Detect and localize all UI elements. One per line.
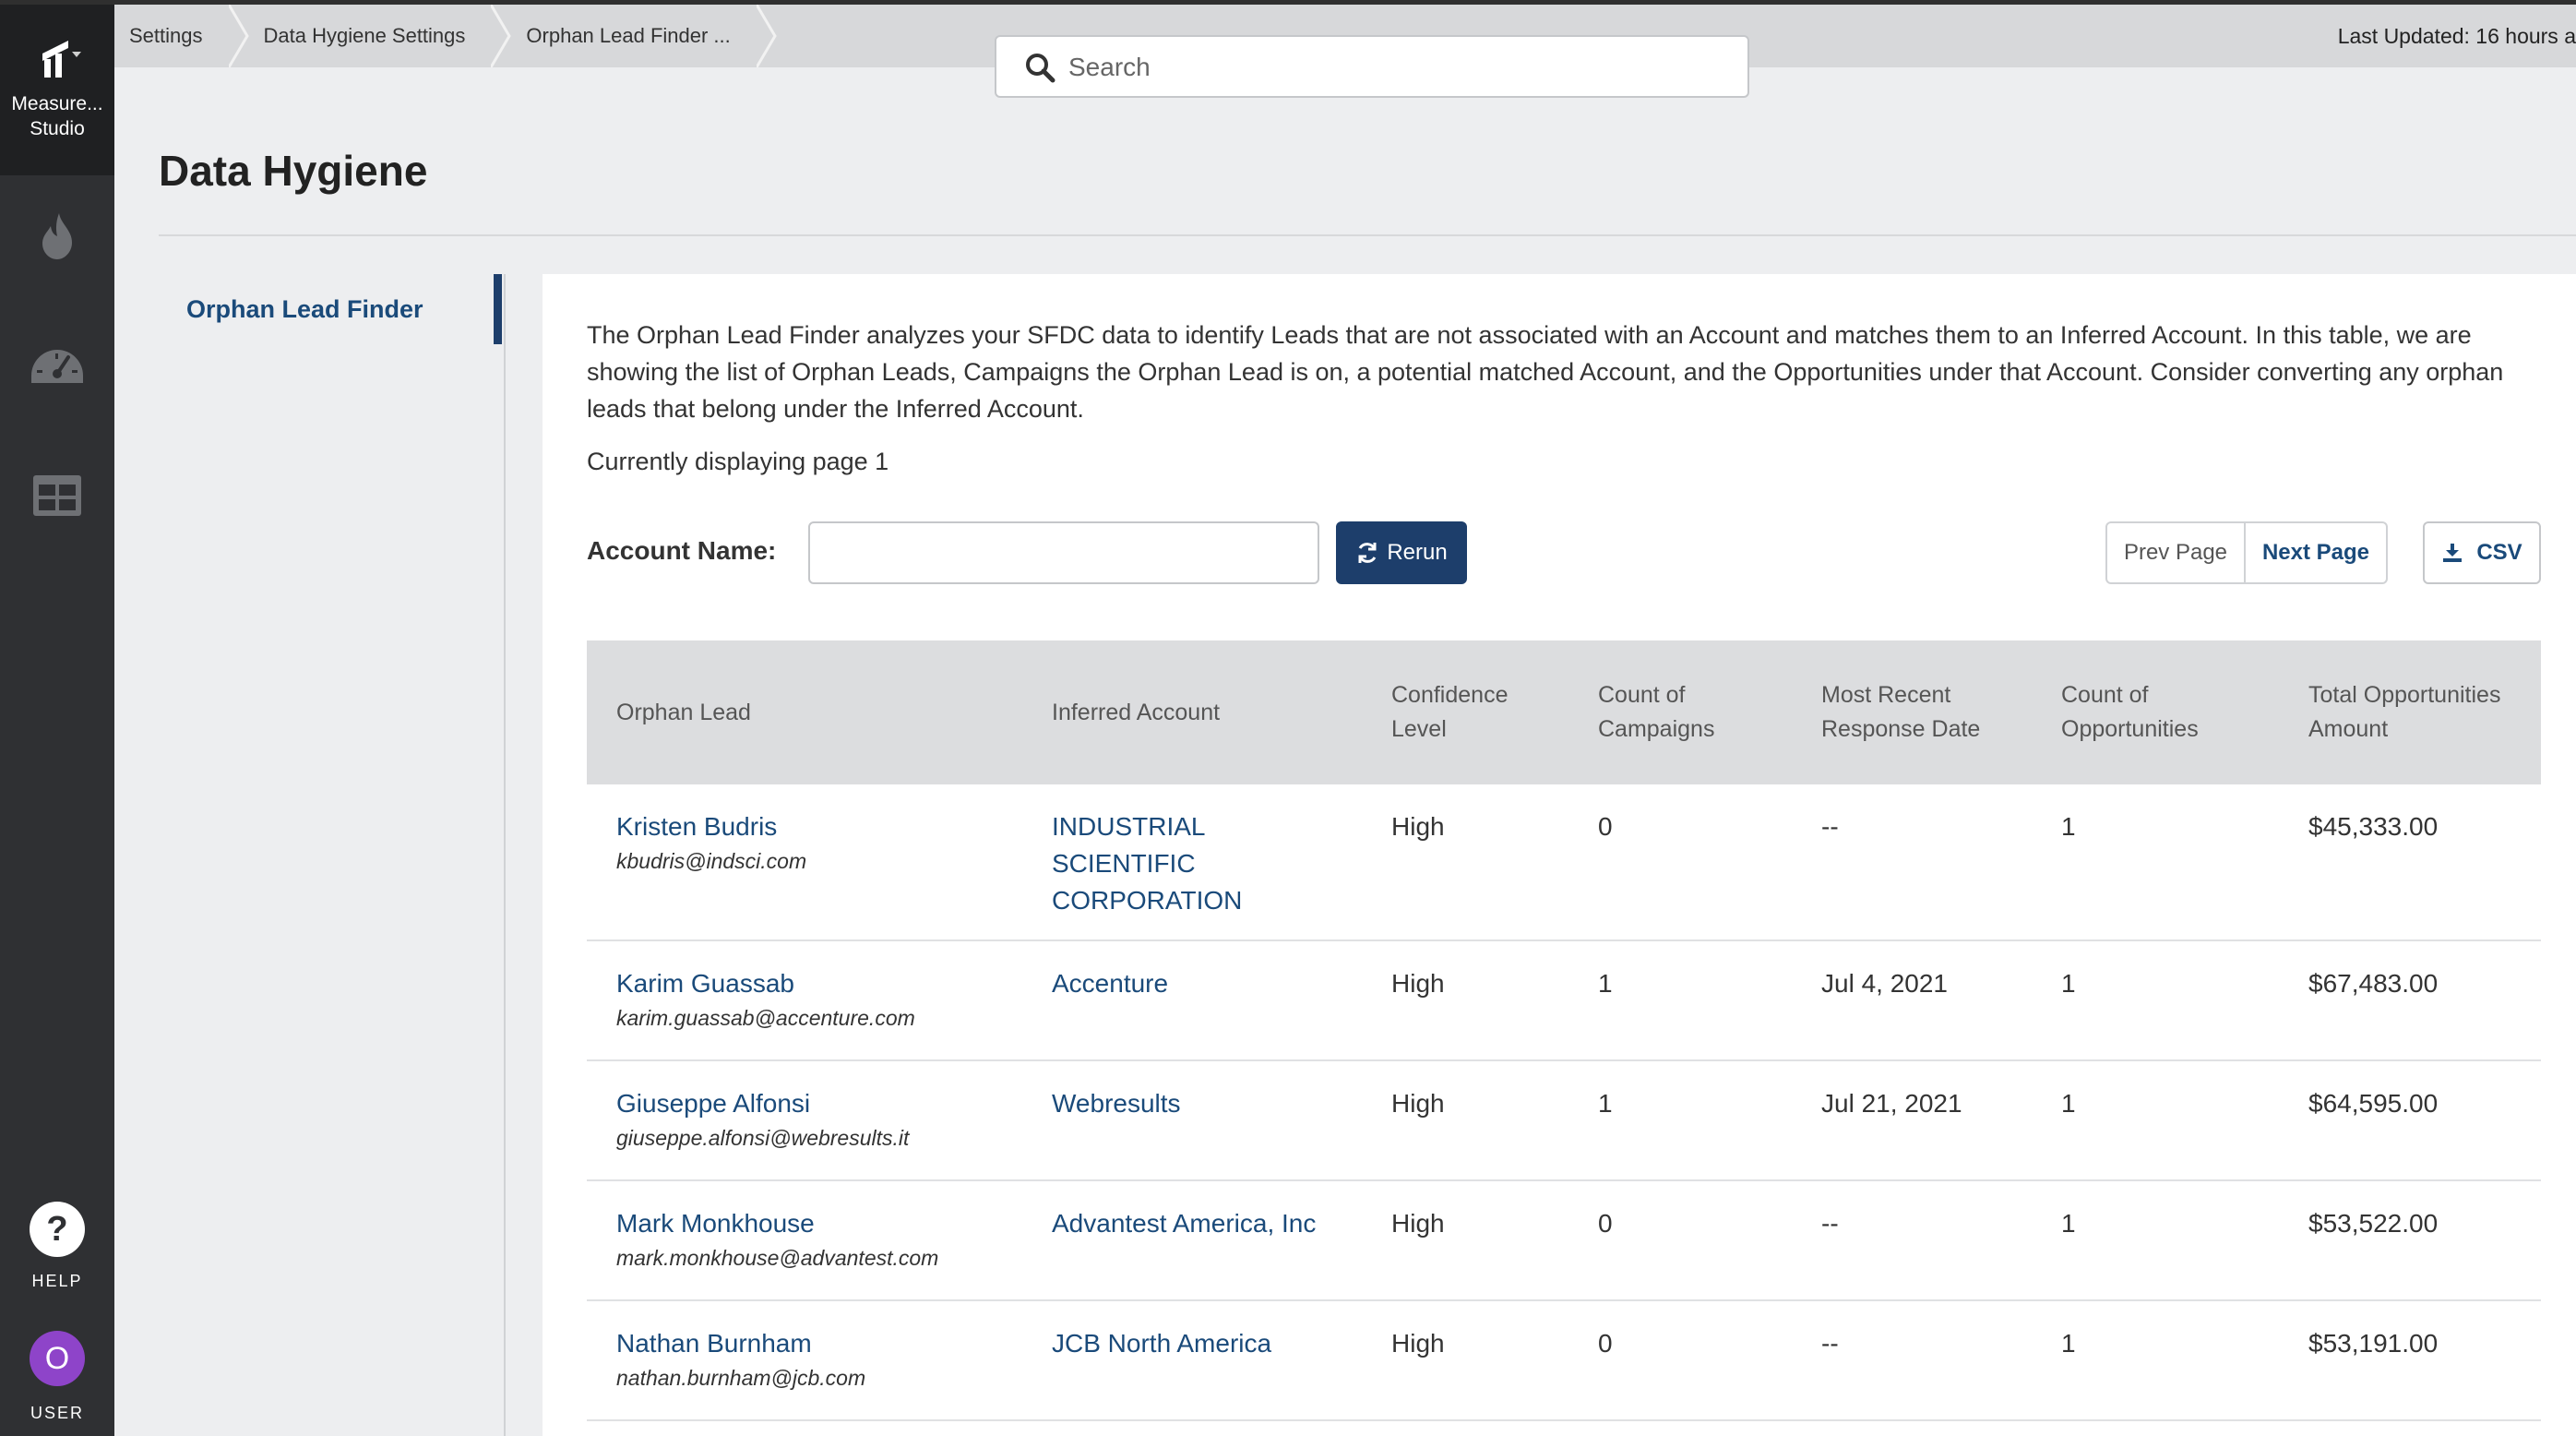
inferred-account-link[interactable]: Webresults: [1052, 1085, 1181, 1122]
download-icon: [2443, 544, 2463, 562]
lead-name-link[interactable]: Mark Monkhouse: [616, 1209, 815, 1238]
submenu-item-orphan-lead-finder[interactable]: Orphan Lead Finder: [186, 295, 423, 324]
csv-export-button[interactable]: CSV: [2423, 521, 2541, 584]
column-header-count-of-campaigns[interactable]: Count of Campaigns: [1598, 640, 1783, 784]
orphan-lead-cell: Karim Guassab karim.guassab@accenture.co…: [616, 965, 915, 1032]
rerun-button[interactable]: Rerun: [1336, 521, 1467, 584]
column-header-orphan-lead[interactable]: Orphan Lead: [616, 640, 1004, 784]
campaigns-count-cell: 0: [1598, 812, 1613, 841]
table-row: Giuseppe Alfonsi giuseppe.alfonsi@webres…: [587, 1061, 2541, 1181]
orphan-lead-cell: Mark Monkhouse mark.monkhouse@advantest.…: [616, 1205, 938, 1272]
response-date-cell: --: [1821, 812, 1839, 841]
lead-name-link[interactable]: Giuseppe Alfonsi: [616, 1089, 810, 1118]
user-avatar[interactable]: O: [30, 1331, 85, 1386]
inferred-account-link[interactable]: INDUSTRIAL SCIENTIFIC CORPORATION: [1052, 808, 1264, 919]
inferred-account-link[interactable]: Accenture: [1052, 965, 1168, 1002]
table-row: Mark Monkhouse mark.monkhouse@advantest.…: [587, 1181, 2541, 1301]
gauge-icon[interactable]: [28, 335, 87, 394]
table-header: Orphan Lead Inferred Account Confidence …: [587, 640, 2541, 784]
column-header-total-opportunities-amount[interactable]: Total Opportunities Amount: [2308, 640, 2511, 784]
opportunities-count-cell: 1: [2061, 812, 2076, 841]
user-label: USER: [30, 1404, 84, 1422]
confidence-cell: High: [1391, 1329, 1445, 1358]
inferred-account-link[interactable]: JCB North America: [1052, 1325, 1271, 1362]
orphan-lead-cell: Giuseppe Alfonsi giuseppe.alfonsi@webres…: [616, 1085, 909, 1152]
account-name-input[interactable]: [808, 521, 1319, 584]
help-button[interactable]: ?: [30, 1202, 85, 1257]
search-input[interactable]: [1068, 48, 1714, 87]
heading-divider: [159, 234, 2576, 236]
confidence-cell: High: [1391, 969, 1445, 998]
pagination: Prev Page Next Page: [2105, 521, 2388, 584]
help-label: HELP: [31, 1272, 83, 1290]
campaigns-count-cell: 1: [1598, 1089, 1613, 1118]
response-date-cell: --: [1821, 1209, 1839, 1238]
column-header-count-of-opportunities[interactable]: Count of Opportunities: [2061, 640, 2246, 784]
lead-email: karim.guassab@accenture.com: [616, 1006, 915, 1030]
prev-page-button[interactable]: Prev Page: [2105, 521, 2246, 584]
response-date-cell: Jul 21, 2021: [1821, 1089, 1962, 1118]
table-icon[interactable]: [28, 466, 87, 525]
brand-logo-icon: [42, 41, 81, 78]
brand-name: Measure... Studio: [11, 93, 103, 139]
orphan-lead-cell: Nathan Burnham nathan.burnham@jcb.com: [616, 1325, 865, 1392]
opportunities-count-cell: 1: [2061, 969, 2076, 998]
lead-email: mark.monkhouse@advantest.com: [616, 1246, 939, 1270]
opportunities-count-cell: 1: [2061, 1329, 2076, 1358]
chevron-right-icon: [756, 5, 777, 67]
table-row: Kristen Budris kbudris@indsci.com INDUST…: [587, 784, 2541, 941]
campaigns-count-cell: 0: [1598, 1209, 1613, 1238]
brand-switcher[interactable]: Measure... Studio: [0, 5, 114, 175]
breadcrumb-settings[interactable]: Settings: [114, 5, 229, 67]
breadcrumb: Settings Data Hygiene Settings Orphan Le…: [114, 5, 777, 67]
table-row: Nathan Burnham nathan.burnham@jcb.com JC…: [587, 1301, 2541, 1421]
amount-cell: $45,333.00: [2308, 812, 2439, 841]
chevron-right-icon: [228, 5, 249, 67]
lead-email: giuseppe.alfonsi@webresults.it: [616, 1126, 910, 1150]
chevron-right-icon: [491, 5, 512, 67]
left-nav-rail: Measure... Studio ? HELP O USER: [0, 5, 114, 1436]
confidence-cell: High: [1391, 812, 1445, 841]
opportunities-count-cell: 1: [2061, 1209, 2076, 1238]
column-header-inferred-account[interactable]: Inferred Account: [1052, 640, 1329, 784]
refresh-icon: [1358, 543, 1377, 563]
response-date-cell: Jul 4, 2021: [1821, 969, 1948, 998]
amount-cell: $53,522.00: [2308, 1209, 2439, 1238]
description-text: The Orphan Lead Finder analyzes your SFD…: [587, 321, 2504, 423]
orphan-lead-cell: Kristen Budris kbudris@indsci.com: [616, 808, 806, 875]
content-panel: The Orphan Lead Finder analyzes your SFD…: [543, 274, 2576, 1436]
campaigns-count-cell: 0: [1598, 1329, 1613, 1358]
next-page-button[interactable]: Next Page: [2246, 521, 2388, 584]
submenu-active-indicator: [494, 274, 502, 344]
amount-cell: $64,595.00: [2308, 1089, 2439, 1118]
column-header-confidence-level[interactable]: Confidence Level: [1391, 640, 1557, 784]
campaigns-count-cell: 1: [1598, 969, 1613, 998]
table-row: Karim Guassab karim.guassab@accenture.co…: [587, 941, 2541, 1061]
rerun-label: Rerun: [1387, 540, 1448, 565]
page-title: Data Hygiene: [159, 147, 428, 195]
submenu-divider: [504, 274, 506, 1436]
search-icon: [1026, 54, 1055, 83]
column-header-most-recent-response-date[interactable]: Most Recent Response Date: [1821, 640, 2033, 784]
page-status-text: Currently displaying page 1: [587, 448, 889, 475]
confidence-cell: High: [1391, 1209, 1445, 1238]
last-updated-text: Last Updated: 16 hours a: [2337, 24, 2576, 48]
response-date-cell: --: [1821, 1329, 1839, 1358]
amount-cell: $67,483.00: [2308, 969, 2439, 998]
flame-icon[interactable]: [28, 206, 87, 265]
search-box[interactable]: [995, 35, 1749, 98]
lead-email: kbudris@indsci.com: [616, 849, 807, 873]
lead-email: nathan.burnham@jcb.com: [616, 1366, 866, 1390]
inferred-account-link[interactable]: Advantest America, Inc: [1052, 1205, 1316, 1242]
breadcrumb-orphan-lead-finder[interactable]: Orphan Lead Finder ...: [511, 5, 757, 67]
account-name-label: Account Name:: [587, 536, 777, 565]
breadcrumb-data-hygiene-settings[interactable]: Data Hygiene Settings: [248, 5, 492, 67]
amount-cell: $53,191.00: [2308, 1329, 2439, 1358]
lead-name-link[interactable]: Nathan Burnham: [616, 1329, 812, 1358]
csv-label: CSV: [2476, 540, 2522, 565]
lead-name-link[interactable]: Kristen Budris: [616, 812, 777, 841]
opportunities-count-cell: 1: [2061, 1089, 2076, 1118]
lead-name-link[interactable]: Karim Guassab: [616, 969, 794, 998]
confidence-cell: High: [1391, 1089, 1445, 1118]
